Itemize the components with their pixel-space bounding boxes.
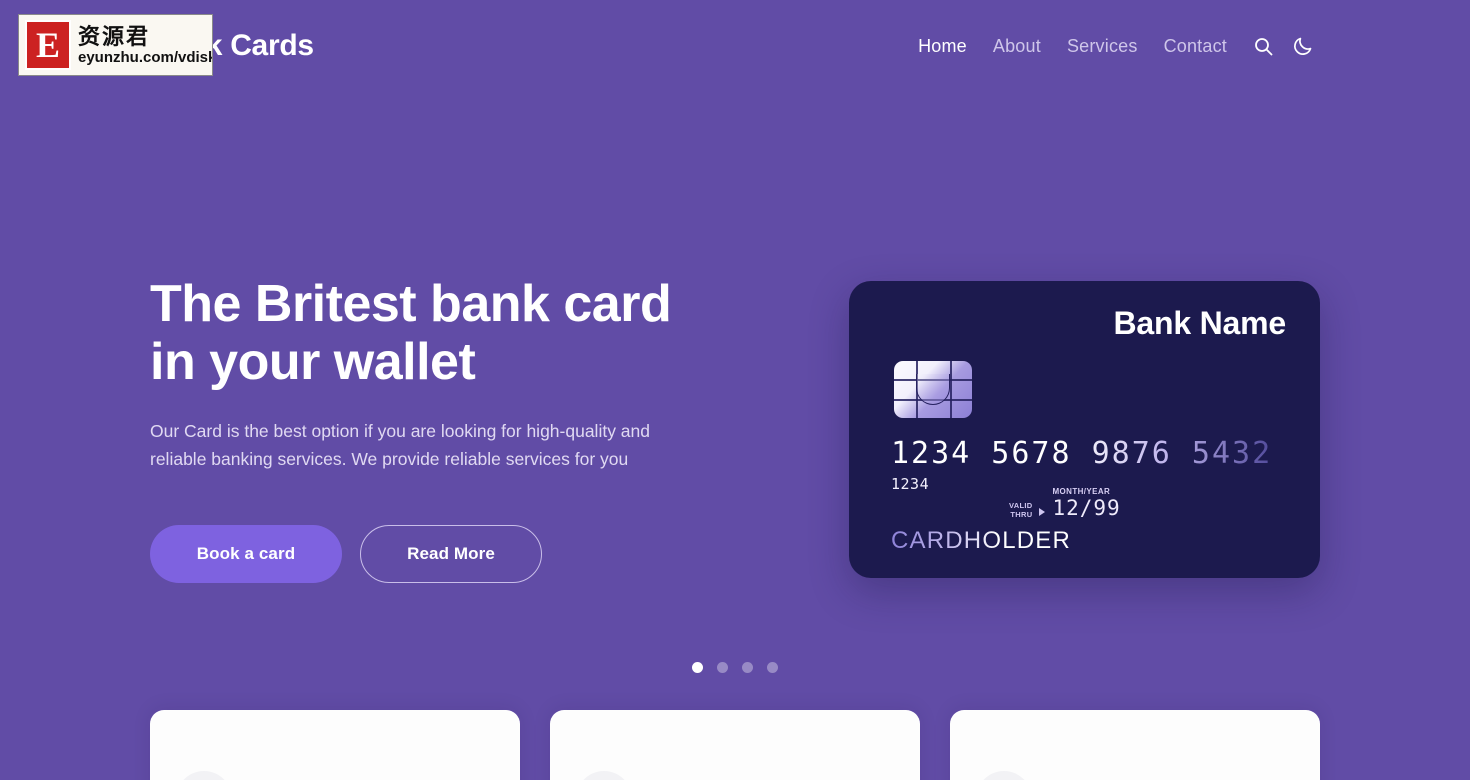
- stat-card[interactable]: Upto: [950, 710, 1320, 780]
- valid-thru-label: VALID THRU: [1009, 501, 1033, 519]
- carousel-dot-2[interactable]: [717, 662, 728, 673]
- stat-icon: [976, 771, 1032, 780]
- carousel-dots: [0, 662, 1470, 673]
- hero-title: The Britest bank card in your wallet: [150, 275, 672, 391]
- watermark-badge-icon: E: [25, 20, 71, 70]
- watermark-text-block: 资源君 eyunzhu.com/vdisk: [78, 23, 213, 66]
- card-holder-name: CARDHOLDER: [891, 527, 1072, 554]
- nav-item-services[interactable]: Services: [1054, 36, 1151, 57]
- watermark-url: eyunzhu.com/vdisk: [78, 48, 213, 66]
- watermark-overlay: E 资源君 eyunzhu.com/vdisk: [18, 14, 213, 76]
- nav-item-contact[interactable]: Contact: [1151, 36, 1240, 57]
- hero-button-group: Book a card Read More: [150, 525, 770, 583]
- stat-card[interactable]: Upto: [550, 710, 920, 780]
- nav-item-about[interactable]: About: [980, 36, 1054, 57]
- stat-icon: [576, 771, 632, 780]
- read-more-button[interactable]: Read More: [360, 525, 542, 583]
- valid-thru-arrow-icon: [1039, 508, 1046, 516]
- card-expiry: MONTH/YEAR 12/99: [1052, 487, 1120, 519]
- bank-card-preview: Bank Name 1234 5678 9876 5432 1234 VALID…: [849, 281, 1320, 578]
- expiry-value: 12/99: [1052, 496, 1121, 520]
- search-icon[interactable]: [1246, 29, 1280, 63]
- carousel-dot-3[interactable]: [742, 662, 753, 673]
- watermark-chinese-text: 资源君: [78, 23, 151, 49]
- watermark-badge-letter: E: [35, 25, 60, 65]
- nav-item-home[interactable]: Home: [905, 36, 980, 57]
- moon-icon[interactable]: [1286, 29, 1320, 63]
- main-navigation: Home About Services Contact: [905, 29, 1320, 63]
- hero-subtitle: Our Card is the best option if you are l…: [150, 421, 651, 469]
- carousel-dot-1[interactable]: [692, 662, 703, 673]
- book-a-card-button[interactable]: Book a card: [150, 525, 342, 583]
- card-bank-name: Bank Name: [1113, 305, 1287, 341]
- hero-section: The Britest bank card in your wallet Our…: [150, 275, 770, 583]
- card-validity-block: VALID THRU MONTH/YEAR 12/99: [1009, 487, 1121, 519]
- stat-card[interactable]: More than: [150, 710, 520, 780]
- card-chip-icon: [894, 361, 972, 418]
- page-root: Bank Cards Home About Services Contact T…: [0, 0, 1470, 780]
- carousel-dot-4[interactable]: [767, 662, 778, 673]
- site-header: Bank Cards Home About Services Contact: [0, 0, 1470, 92]
- stat-card-row: More than Upto Upto: [150, 710, 1320, 780]
- card-number: 1234 5678 9876 5432: [891, 436, 1273, 471]
- expiry-label: MONTH/YEAR: [1052, 487, 1111, 496]
- stat-icon: [176, 771, 232, 780]
- card-sub-number: 1234: [891, 475, 930, 493]
